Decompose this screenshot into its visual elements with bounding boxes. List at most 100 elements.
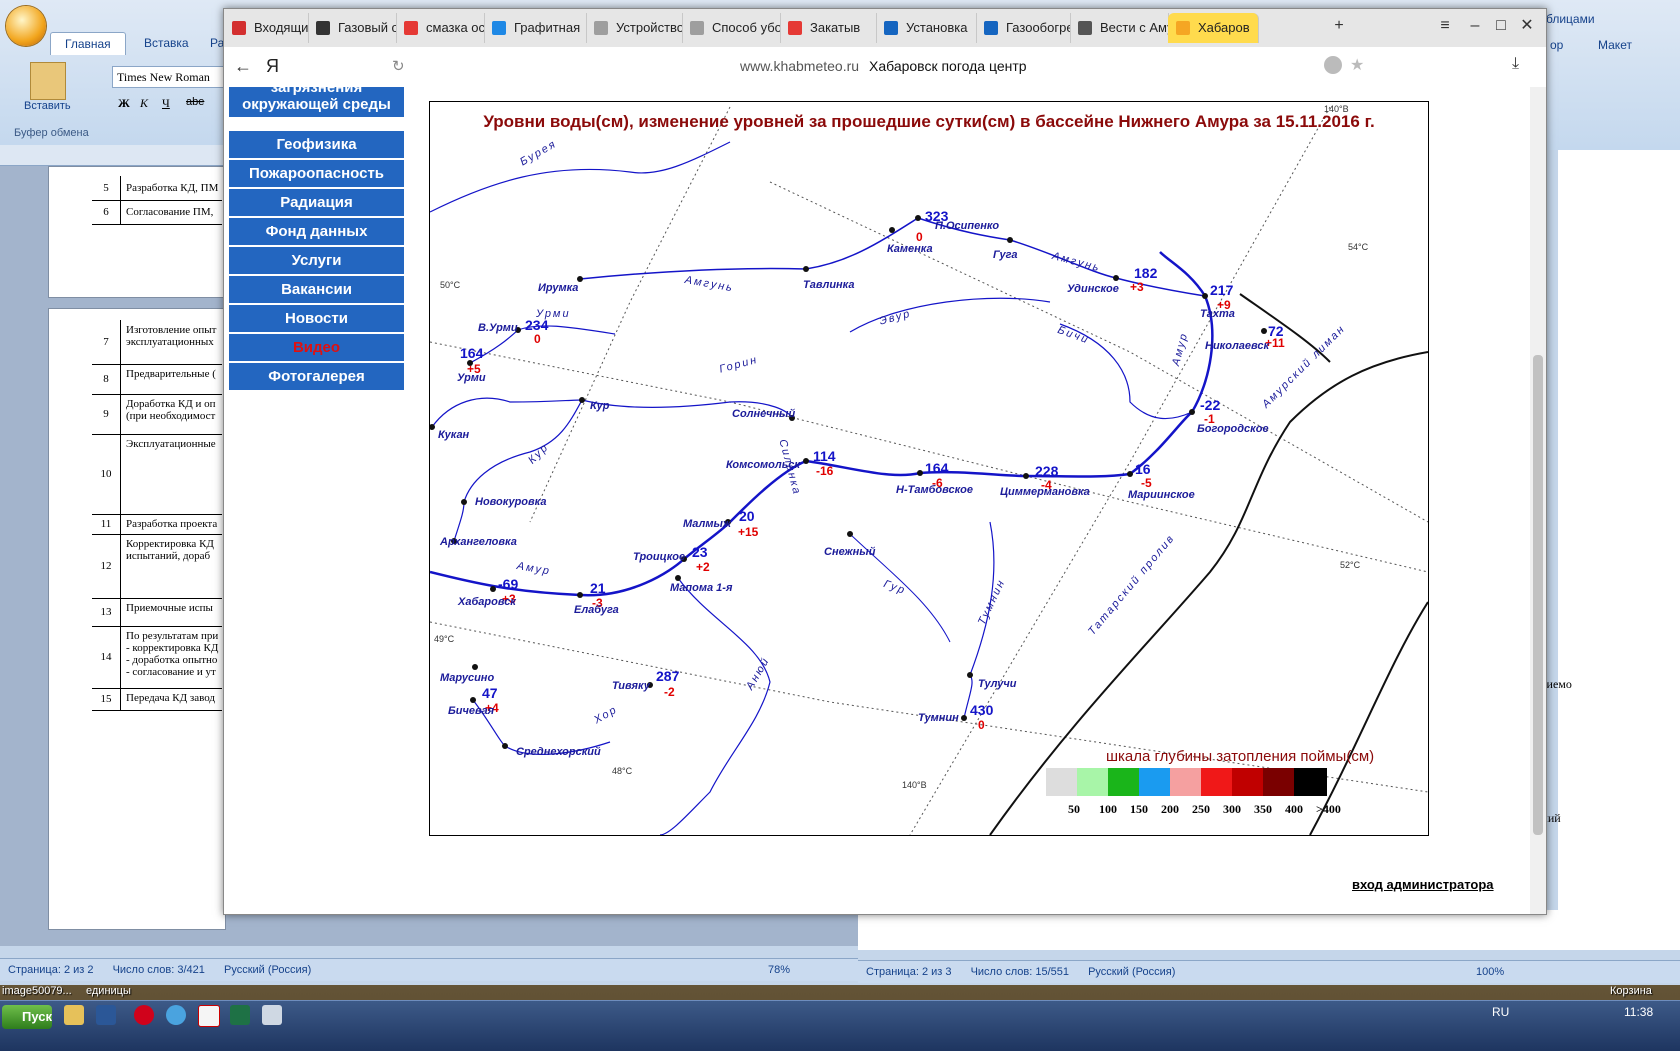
station-marker[interactable] (1261, 328, 1267, 334)
yandex-logo[interactable]: Я (266, 56, 279, 77)
sidebar-item[interactable]: Видео (229, 334, 404, 363)
station-marker[interactable] (1202, 293, 1208, 299)
title-fragment: блицами (1546, 12, 1595, 26)
station-marker[interactable] (430, 424, 435, 430)
word-icon[interactable] (96, 1005, 116, 1025)
station-level: 47 (482, 685, 498, 701)
station-marker[interactable] (917, 470, 923, 476)
station-marker[interactable] (915, 215, 921, 221)
sidebar-item[interactable]: Вакансии (229, 276, 404, 305)
station-marker[interactable] (961, 715, 967, 721)
close-icon[interactable]: ✕ (1516, 15, 1538, 37)
browser-tab[interactable]: Способ убо (682, 13, 781, 43)
station-name: Солнечный (732, 408, 796, 420)
station-marker[interactable] (470, 697, 476, 703)
download-icon[interactable]: ⤓ (1512, 55, 1519, 73)
tab-insert[interactable]: Вставка (130, 32, 203, 54)
language[interactable]: Русский (Россия) (1088, 966, 1175, 978)
station-name: Н-Тамбовское (896, 484, 974, 496)
station-level: 217 (1210, 282, 1234, 298)
paste-icon[interactable] (30, 62, 66, 100)
menu-icon[interactable]: ≡ (1434, 15, 1456, 37)
yandex-icon[interactable] (198, 1005, 220, 1027)
language[interactable]: Русский (Россия) (224, 964, 311, 976)
station-marker[interactable] (1127, 471, 1133, 477)
notepad-icon[interactable] (262, 1005, 282, 1025)
browser-tab[interactable]: Газообогре (976, 13, 1071, 43)
station-marker[interactable] (472, 664, 478, 670)
scrollbar-thumb[interactable] (1533, 355, 1543, 835)
tab-home[interactable]: Главная (50, 32, 126, 55)
browser-tab[interactable]: Устройство (586, 13, 683, 43)
station-marker[interactable] (579, 397, 585, 403)
map-title: Уровни воды(см), изменение уровней за пр… (483, 112, 1375, 131)
station-marker[interactable] (803, 458, 809, 464)
station-marker[interactable] (803, 266, 809, 272)
sidebar-item[interactable]: Фотогалерея (229, 363, 404, 392)
station-marker[interactable] (847, 531, 853, 537)
browser-tab[interactable]: Газовый об (308, 13, 397, 43)
address-domain[interactable]: www.khabmeteo.ru (740, 58, 859, 74)
back-icon[interactable]: ← (234, 56, 252, 77)
station-marker[interactable] (889, 227, 895, 233)
bold-button[interactable]: Ж (118, 96, 130, 111)
browser-tab[interactable]: Графитная (484, 13, 587, 43)
tab-favicon-icon (788, 21, 802, 35)
station-marker[interactable] (1189, 409, 1195, 415)
station-level: 23 (692, 544, 708, 560)
zoom-level[interactable]: 100% (1476, 961, 1504, 983)
new-tab-button[interactable]: + (1328, 15, 1350, 37)
explorer-icon[interactable] (64, 1005, 84, 1025)
sidebar-item[interactable]: Новости (229, 305, 404, 334)
maximize-icon[interactable]: □ (1490, 15, 1512, 37)
sidebar-item[interactable]: Услуги (229, 247, 404, 276)
station-marker[interactable] (1113, 275, 1119, 281)
grid-parallel (430, 341, 1428, 573)
sidebar-item[interactable]: Пожароопасность (229, 160, 404, 189)
desktop-icon-label[interactable]: image50079... (2, 985, 72, 997)
underline-button[interactable]: Ч (162, 96, 170, 111)
font-name-box[interactable]: Times New Roman (112, 66, 228, 88)
station-marker[interactable] (502, 743, 508, 749)
zoom-level[interactable]: 78% (768, 959, 790, 981)
tray-language[interactable]: RU (1492, 1005, 1509, 1019)
sidebar-item[interactable]: Геофизика (229, 131, 404, 160)
minimize-icon[interactable]: – (1464, 15, 1486, 37)
station-marker[interactable] (461, 499, 467, 505)
reload-icon[interactable]: ↻ (392, 57, 405, 75)
strikethrough-button[interactable]: abe (186, 96, 204, 108)
browser-icon[interactable] (166, 1005, 186, 1025)
tab-design[interactable]: ор (1550, 38, 1563, 52)
page-scrollbar[interactable] (1530, 87, 1546, 914)
browser-tab[interactable]: Хабаров (1168, 13, 1259, 43)
station-name: П.Осипенко (935, 220, 1000, 232)
station-marker[interactable] (1023, 473, 1029, 479)
browser-tab[interactable]: смазка ост (396, 13, 485, 43)
page-title[interactable]: Хабаровск погода центр (869, 58, 1027, 74)
browser-tab[interactable]: Закатыв (780, 13, 877, 43)
station-marker[interactable] (675, 575, 681, 581)
italic-button[interactable]: К (140, 96, 148, 111)
row-text: Передача КД завод (126, 692, 215, 704)
sidebar-item[interactable]: загрязнения окружающей среды (229, 87, 404, 119)
bookmark-star-icon[interactable]: ★ (1350, 55, 1364, 75)
protect-icon[interactable] (1324, 56, 1342, 74)
station-marker[interactable] (577, 592, 583, 598)
browser-tab[interactable]: Установка (876, 13, 977, 43)
excel-icon[interactable] (230, 1005, 250, 1025)
station-marker[interactable] (1007, 237, 1013, 243)
opera-icon[interactable] (134, 1005, 154, 1025)
admin-login-link[interactable]: вход администратора (1352, 877, 1494, 892)
desktop-icon-label[interactable]: Корзина (1610, 985, 1652, 997)
table-row: 14 По результатам при - корректировка КД … (92, 626, 222, 689)
tray-clock[interactable]: 11:38 (1624, 1005, 1653, 1019)
sidebar-item[interactable]: Фонд данных (229, 218, 404, 247)
sidebar-item[interactable]: Радиация (229, 189, 404, 218)
station-marker[interactable] (490, 586, 496, 592)
start-button[interactable]: Пуск (2, 1005, 52, 1029)
station-marker[interactable] (967, 672, 973, 678)
tab-layout[interactable]: Макет (1598, 38, 1632, 52)
sidebar-item-label: Вакансии (281, 281, 352, 298)
browser-tab[interactable]: Вести с Аму (1070, 13, 1169, 43)
browser-tab[interactable]: Входящие (224, 13, 309, 43)
